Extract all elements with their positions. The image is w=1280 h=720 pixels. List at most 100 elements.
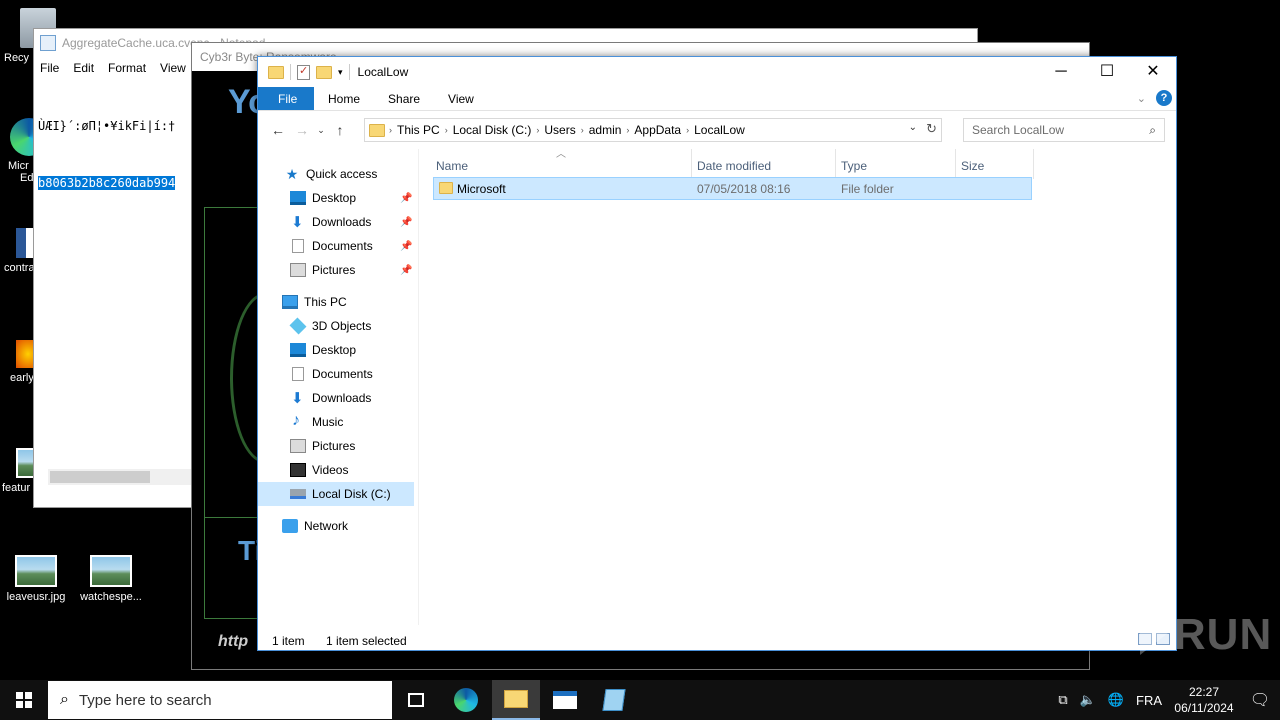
address-bar[interactable]: › This PC › Local Disk (C:) › Users › ad… [364, 118, 942, 142]
breadcrumb-arrow[interactable]: › [686, 125, 689, 135]
nav-quick-access[interactable]: ★ Quick access [284, 162, 378, 186]
notepad-icon [602, 689, 626, 711]
nav-network[interactable]: Network [282, 514, 348, 538]
menu-edit[interactable]: Edit [73, 61, 94, 75]
network-globe-icon[interactable]: 🌐 [1108, 692, 1124, 708]
nav-documents[interactable]: Documents [290, 362, 373, 386]
desktop-icon [290, 191, 306, 205]
maximize-button[interactable]: ☐ [1084, 57, 1130, 87]
breadcrumb-local-disk[interactable]: Local Disk (C:) [453, 123, 532, 137]
column-header-type[interactable]: Type [841, 149, 867, 175]
file-row[interactable]: Microsoft 07/05/2018 08:16 File folder [433, 177, 1032, 200]
column-header-name[interactable]: Name [436, 149, 468, 175]
column-separator[interactable] [835, 149, 836, 179]
nav-label: Desktop [312, 191, 357, 205]
folder-icon [439, 182, 453, 194]
ransom-divider [204, 517, 264, 518]
address-dropdown-icon[interactable]: ⌄ [909, 122, 917, 133]
search-input[interactable]: Search LocalLow ⌕ [963, 118, 1165, 142]
meet-now-icon[interactable]: ⧉ [1058, 692, 1067, 708]
nav-this-pc[interactable]: This PC [282, 290, 347, 314]
nav-pictures[interactable]: Pictures [290, 434, 355, 458]
selection-count: 1 item selected [326, 634, 407, 648]
breadcrumb-this-pc[interactable]: This PC [397, 123, 440, 137]
nav-qa-desktop[interactable]: Desktop 📌 [290, 186, 416, 210]
volume-icon[interactable]: 🔈 [1080, 692, 1096, 708]
help-icon[interactable]: ? [1156, 90, 1172, 106]
language-indicator[interactable]: FRA [1136, 693, 1162, 708]
nav-local-disk[interactable]: Local Disk (C:) [258, 482, 414, 506]
taskbar-file-explorer[interactable] [492, 680, 540, 720]
column-header-date-modified[interactable]: Date modified [697, 149, 771, 175]
file-list[interactable]: ︿ Name Date modified Type Size Microsoft… [418, 149, 1176, 625]
nav-desktop[interactable]: Desktop [290, 338, 356, 362]
menu-file[interactable]: File [40, 61, 59, 75]
pictures-icon [290, 439, 306, 453]
nav-videos[interactable]: Videos [290, 458, 348, 482]
image-icon [15, 555, 57, 587]
menu-view[interactable]: View [160, 61, 186, 75]
new-folder-icon[interactable] [316, 65, 332, 79]
column-separator[interactable] [691, 149, 692, 179]
notepad-icon [40, 35, 56, 51]
nav-qa-documents[interactable]: Documents 📌 [290, 234, 416, 258]
task-view-button[interactable] [392, 680, 440, 720]
clock[interactable]: 22:27 06/11/2024 [1168, 684, 1240, 716]
taskbar-search-box[interactable]: ⌕ Type here to search [48, 681, 392, 719]
tab-file[interactable]: File [258, 87, 314, 110]
nav-label: Desktop [312, 343, 357, 357]
back-button[interactable]: ← [266, 122, 290, 138]
nav-qa-pictures[interactable]: Pictures 📌 [290, 258, 416, 282]
clock-date: 06/11/2024 [1174, 701, 1234, 715]
breadcrumb-arrow[interactable]: › [626, 125, 629, 135]
refresh-icon[interactable]: ↻ [926, 121, 937, 137]
horizontal-scrollbar[interactable] [48, 469, 192, 485]
properties-icon[interactable] [297, 64, 310, 80]
search-placeholder: Type here to search [78, 691, 212, 709]
expand-ribbon-icon[interactable]: ⌄ [1137, 92, 1146, 105]
taskbar-edge[interactable] [442, 680, 490, 720]
start-button[interactable] [0, 680, 48, 720]
breadcrumb-locallow[interactable]: LocalLow [694, 123, 745, 137]
breadcrumb-appdata[interactable]: AppData [634, 123, 681, 137]
pictures-icon [290, 263, 306, 277]
column-separator[interactable] [955, 149, 956, 179]
explorer-titlebar[interactable]: ▾ LocalLow ─ ☐ ✕ [258, 57, 1176, 87]
desktop-icon-label: watchespe... [80, 591, 142, 603]
nav-3d-objects[interactable]: 3D Objects [289, 314, 371, 338]
ransom-footer-link[interactable]: http [218, 633, 248, 651]
notification-icon[interactable]: 🗨 [1240, 690, 1280, 710]
breadcrumb-arrow[interactable]: › [389, 125, 392, 135]
breadcrumb-arrow[interactable]: › [536, 125, 539, 135]
column-separator[interactable] [1033, 149, 1034, 179]
desktop-icon [290, 343, 306, 357]
breadcrumb-admin[interactable]: admin [589, 123, 622, 137]
menu-format[interactable]: Format [108, 61, 146, 75]
minimize-button[interactable]: ─ [1038, 57, 1084, 87]
system-tray: ⧉ 🔈 🌐 FRA 22:27 06/11/2024 🗨 [1052, 680, 1280, 720]
task-view-icon [408, 693, 424, 707]
column-header-size[interactable]: Size [961, 149, 984, 175]
nav-qa-downloads[interactable]: Downloads 📌 [290, 210, 416, 234]
breadcrumb-users[interactable]: Users [544, 123, 575, 137]
recent-locations-icon[interactable]: ⌄ [314, 125, 328, 136]
desktop-icon-watchespe[interactable]: watchespe... [71, 555, 151, 603]
breadcrumb-arrow[interactable]: › [445, 125, 448, 135]
taskbar-notepad[interactable] [590, 680, 638, 720]
file-explorer-window[interactable]: ▾ LocalLow ─ ☐ ✕ File Home Share View ⌄ … [257, 56, 1177, 651]
up-button[interactable]: ↑ [328, 122, 352, 138]
tab-view[interactable]: View [434, 87, 488, 110]
breadcrumb-arrow[interactable]: › [581, 125, 584, 135]
customize-toolbar-icon[interactable]: ▾ [338, 67, 343, 78]
taskbar-app-window[interactable] [541, 680, 589, 720]
pin-icon: 📌 [400, 240, 413, 252]
item-count: 1 item [272, 634, 305, 648]
close-button[interactable]: ✕ [1130, 57, 1176, 87]
scroll-thumb[interactable] [50, 471, 150, 483]
tab-share[interactable]: Share [374, 87, 434, 110]
desktop-icon-leaveusr[interactable]: leaveusr.jpg [0, 555, 76, 603]
nav-downloads[interactable]: Downloads [290, 386, 371, 410]
tab-home[interactable]: Home [314, 87, 374, 110]
forward-button[interactable]: → [290, 122, 314, 138]
nav-music[interactable]: Music [290, 410, 343, 434]
